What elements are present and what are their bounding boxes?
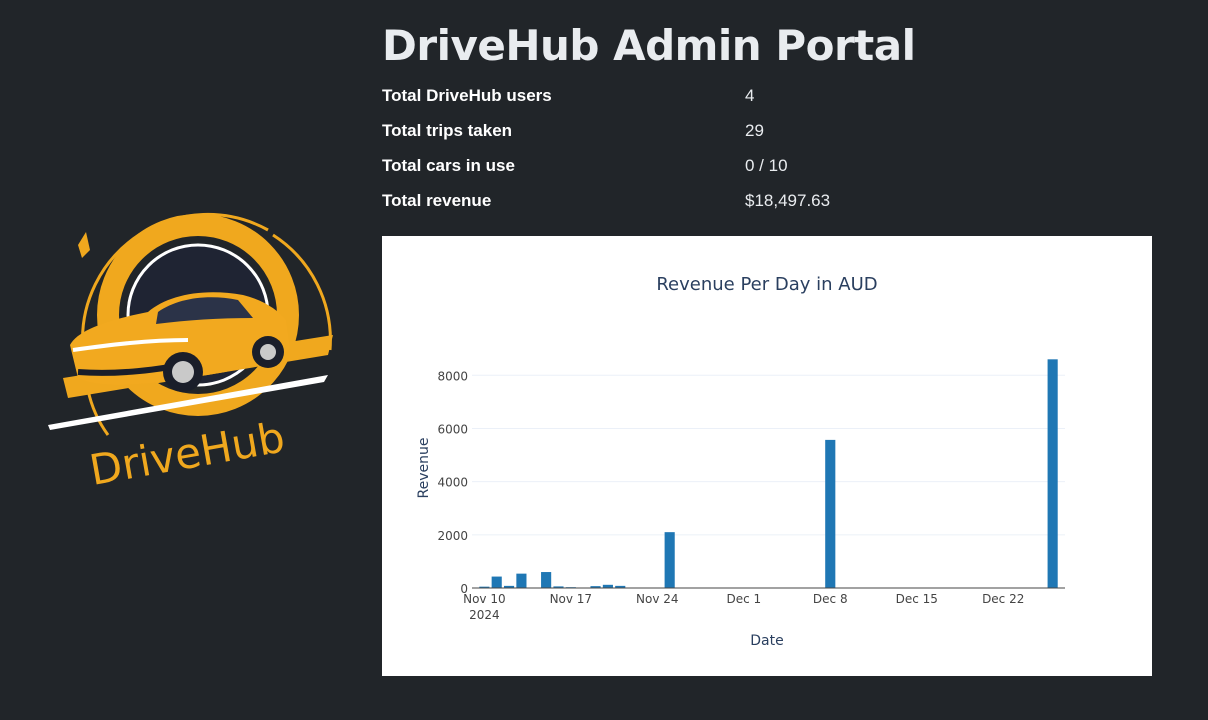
stat-value: $18,497.63: [745, 190, 831, 210]
drivehub-logo: DriveHub: [38, 200, 338, 500]
stat-label: Total revenue: [382, 190, 492, 210]
bar: [516, 573, 527, 588]
x-axis-ticks: Nov 10 2024 Nov 17 Nov 24 Dec 1 Dec 8 Dec 15 De…: [463, 592, 1024, 622]
stats-table: Total DriveHub users 4 Total trips taken…: [382, 78, 830, 218]
stat-row-revenue: Total revenue $18,497.63: [382, 183, 830, 218]
logo-text: DriveHub: [86, 413, 288, 495]
stat-label: Total cars in use: [382, 155, 515, 175]
x-tick-label: Dec 1: [726, 592, 761, 606]
stat-label: Total DriveHub users: [382, 85, 552, 105]
stat-row-users: Total DriveHub users 4: [382, 78, 830, 113]
x-tick-label: Nov 17: [550, 592, 593, 606]
x-tick-label: Dec 8: [813, 592, 848, 606]
bar: [491, 576, 502, 588]
chart-title: Revenue Per Day in AUD: [656, 274, 877, 295]
revenue-chart-svg: Revenue Per Day in AUD 02000400060008000…: [416, 274, 1065, 649]
page-title: DriveHub Admin Portal: [382, 21, 916, 70]
y-tick-label: 4000: [437, 476, 468, 490]
car-logo-icon: DriveHub: [48, 212, 333, 495]
chart-gridlines: [472, 374, 1065, 536]
y-tick-label: 6000: [437, 422, 468, 436]
y-axis-label: Revenue: [416, 438, 432, 499]
x-tick-label: Nov 24: [636, 592, 679, 606]
x-axis-label: Date: [750, 633, 783, 649]
x-tick-sublabel: 2024: [469, 608, 500, 622]
x-tick-label: Dec 22: [982, 592, 1024, 606]
chart-bars: [479, 359, 1058, 588]
stat-value: 0 / 10: [745, 155, 788, 175]
x-tick-label: Dec 15: [896, 592, 938, 606]
main-content: DriveHub Admin Portal Total DriveHub use…: [382, 18, 1152, 218]
stat-label: Total trips taken: [382, 120, 513, 140]
stat-row-trips: Total trips taken 29: [382, 113, 830, 148]
stat-value: 29: [745, 120, 764, 140]
bar: [825, 439, 836, 588]
y-tick-label: 2000: [437, 529, 468, 543]
y-tick-label: 8000: [437, 369, 468, 383]
y-axis-ticks: 02000400060008000: [437, 369, 468, 596]
stat-value: 4: [745, 85, 755, 105]
bar: [1047, 359, 1058, 588]
revenue-chart: Revenue Per Day in AUD 0 2000 4000 6000 8000…: [382, 236, 1152, 676]
bar: [541, 572, 552, 588]
x-tick-label: Nov 10: [463, 592, 506, 606]
stat-row-cars: Total cars in use 0 / 10: [382, 148, 830, 183]
bar: [664, 532, 675, 588]
